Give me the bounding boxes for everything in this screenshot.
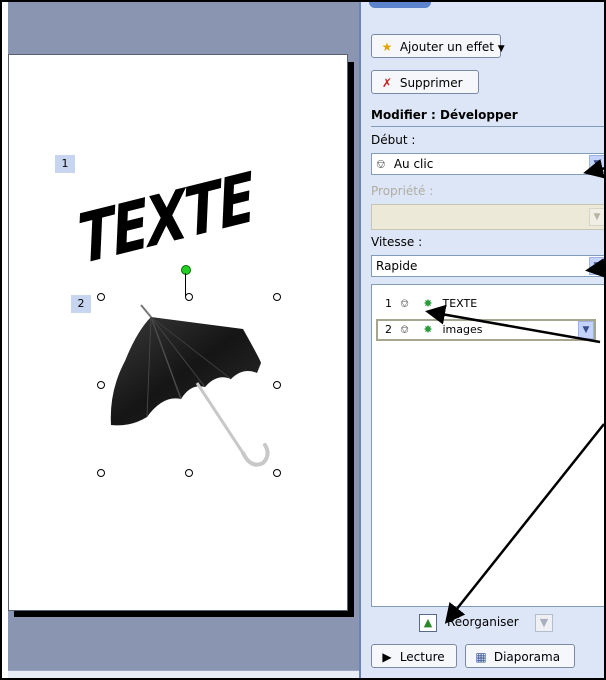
resize-handle-top-left[interactable]	[97, 293, 105, 301]
effect-name: images	[442, 323, 483, 336]
mouse-icon: ⎊	[400, 297, 409, 310]
slideshow-icon: ▦	[475, 650, 487, 664]
umbrella-image[interactable]	[93, 301, 279, 471]
property-label: Propriété :	[371, 184, 434, 198]
add-effect-label: Ajouter un effet	[399, 40, 494, 54]
animation-order-tag-1[interactable]: 1	[55, 155, 75, 173]
pane-tab-strip[interactable]	[369, 2, 431, 8]
delete-button[interactable]: ✗ Supprimer	[371, 70, 479, 94]
property-dropdown: ▼	[371, 204, 604, 230]
chevron-down-icon: ▼	[497, 44, 505, 54]
play-icon: ▶	[382, 650, 392, 664]
animation-effects-list[interactable]: 1 ⎊ ✸ TEXTE 2 ⎊ ✸ images ▼	[371, 284, 604, 607]
play-label: Lecture	[399, 650, 445, 664]
slideshow-label: Diaporama	[493, 650, 561, 664]
arrow-up-icon[interactable]: ▲	[419, 614, 437, 632]
effect-order: 2	[385, 323, 392, 336]
list-item[interactable]: 1 ⎊ ✸ TEXTE	[378, 293, 477, 315]
entrance-star-icon: ✸	[423, 297, 433, 310]
animation-order-tag-2[interactable]: 2	[71, 295, 91, 313]
effect-name: TEXTE	[442, 297, 478, 310]
slideshow-button[interactable]: ▦ Diaporama	[465, 644, 575, 668]
chevron-down-icon[interactable]: ▼	[589, 257, 604, 275]
powerpoint-custom-animation-window: 1 TEXTE 2 ★ Ajouter un effet ▼ ✗ Supprim…	[0, 0, 606, 680]
resize-handle-bottom-right[interactable]	[273, 469, 281, 477]
slide-workspace: 1 TEXTE 2	[8, 2, 359, 678]
divider	[371, 126, 604, 127]
effect-order: 1	[385, 297, 392, 310]
entrance-star-icon: ✸	[423, 323, 433, 336]
modify-heading: Modifier : Développer	[371, 108, 518, 122]
mouse-icon: ⎊	[376, 157, 386, 171]
wordart-texte[interactable]: TEXTE	[75, 158, 257, 280]
resize-handle-left[interactable]	[97, 381, 105, 389]
speed-dropdown[interactable]: Rapide ▼	[371, 255, 604, 277]
resize-handle-bottom-left[interactable]	[97, 469, 105, 477]
delete-icon: ✗	[381, 76, 393, 90]
arrow-down-icon: ▼	[535, 614, 553, 632]
custom-animation-pane: ★ Ajouter un effet ▼ ✗ Supprimer Modifie…	[359, 2, 604, 678]
slide-canvas[interactable]: 1 TEXTE 2	[8, 54, 348, 611]
resize-handle-top-right[interactable]	[273, 293, 281, 301]
rotation-handle[interactable]	[181, 265, 191, 275]
notes-pane-edge	[8, 670, 359, 678]
chevron-down-icon: ▼	[589, 208, 604, 226]
chevron-down-icon[interactable]: ▼	[578, 321, 594, 339]
start-dropdown[interactable]: ⎊ Au clic ▼	[371, 153, 604, 175]
add-effect-button[interactable]: ★ Ajouter un effet ▼	[371, 34, 505, 58]
star-icon: ★	[381, 40, 393, 54]
chevron-down-icon[interactable]: ▼	[589, 155, 604, 173]
resize-handle-top[interactable]	[185, 293, 193, 301]
start-label: Début :	[371, 133, 416, 147]
speed-label: Vitesse :	[371, 235, 423, 249]
resize-handle-right[interactable]	[273, 381, 281, 389]
start-value: Au clic	[393, 157, 434, 171]
reorder-label: Réorganiser	[447, 615, 519, 629]
speed-value: Rapide	[376, 259, 418, 273]
list-item-selected[interactable]: 2 ⎊ ✸ images ▼	[376, 319, 596, 341]
delete-label: Supprimer	[399, 76, 463, 90]
play-button[interactable]: ▶ Lecture	[371, 644, 457, 668]
resize-handle-bottom[interactable]	[185, 469, 193, 477]
mouse-icon: ⎊	[400, 323, 409, 336]
